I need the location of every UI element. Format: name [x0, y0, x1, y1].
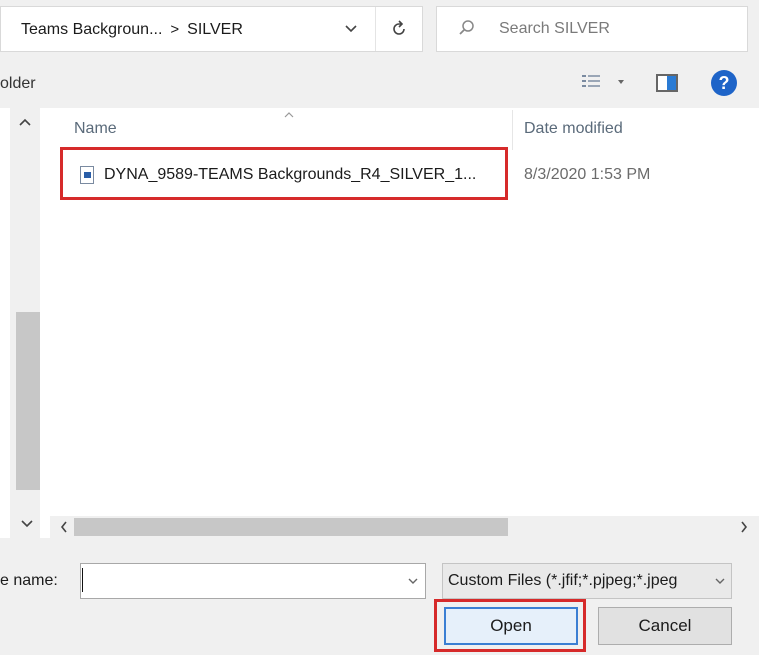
file-name[interactable]: DYNA_9589-TEAMS Backgrounds_R4_SILVER_1.… — [104, 166, 476, 184]
search-placeholder: Search SILVER — [499, 20, 610, 37]
open-button[interactable]: Open — [444, 607, 578, 645]
vertical-scrollbar-thumb[interactable] — [16, 312, 40, 490]
file-name-label: e name: — [0, 572, 58, 589]
scroll-right-button[interactable] — [734, 516, 754, 538]
column-divider[interactable] — [512, 110, 513, 150]
refresh-icon — [392, 20, 405, 35]
chevron-down-icon — [408, 578, 418, 584]
cancel-button[interactable]: Cancel — [598, 607, 732, 645]
scroll-up-button[interactable] — [10, 112, 40, 132]
view-menu-caret-icon[interactable] — [618, 80, 624, 84]
chevron-left-icon — [60, 521, 67, 533]
chevron-down-icon — [345, 25, 357, 33]
search-icon — [459, 20, 474, 35]
file-type-dropdown[interactable] — [708, 563, 732, 599]
address-history-dropdown[interactable] — [331, 7, 371, 51]
column-header-date-modified[interactable]: Date modified — [524, 120, 623, 138]
text-cursor — [82, 568, 83, 592]
search-box[interactable]: Search SILVER — [436, 6, 748, 52]
breadcrumb: Teams Backgroun... > SILVER — [21, 21, 243, 39]
breadcrumb-folder-teams[interactable]: Teams Backgroun... — [21, 21, 162, 38]
refresh-button[interactable] — [375, 7, 421, 51]
file-icon — [80, 166, 94, 184]
breadcrumb-separator: > — [170, 21, 180, 38]
chevron-right-icon — [741, 521, 748, 533]
chevron-down-icon — [21, 520, 33, 528]
file-type-value: Custom Files (*.jfif;*.pjpeg;*.jpeg — [448, 572, 678, 589]
scroll-left-button[interactable] — [54, 516, 74, 538]
breadcrumb-folder-silver[interactable]: SILVER — [187, 21, 243, 38]
file-name-dropdown[interactable] — [400, 563, 426, 599]
view-options-icon[interactable] — [580, 72, 604, 92]
new-folder-button[interactable]: older — [0, 75, 36, 93]
file-name-input[interactable] — [80, 563, 426, 599]
chevron-down-icon — [715, 578, 725, 584]
scroll-down-button[interactable] — [12, 514, 42, 534]
help-icon[interactable]: ? — [711, 70, 737, 96]
column-header-name[interactable]: Name — [74, 120, 117, 138]
chevron-up-icon — [19, 118, 31, 126]
preview-pane-icon[interactable] — [656, 74, 678, 92]
horizontal-scrollbar-thumb[interactable] — [74, 518, 508, 536]
sort-ascending-icon — [284, 112, 294, 118]
file-date-modified: 8/3/2020 1:53 PM — [524, 166, 651, 183]
address-bar[interactable]: Teams Backgroun... > SILVER — [0, 6, 423, 52]
